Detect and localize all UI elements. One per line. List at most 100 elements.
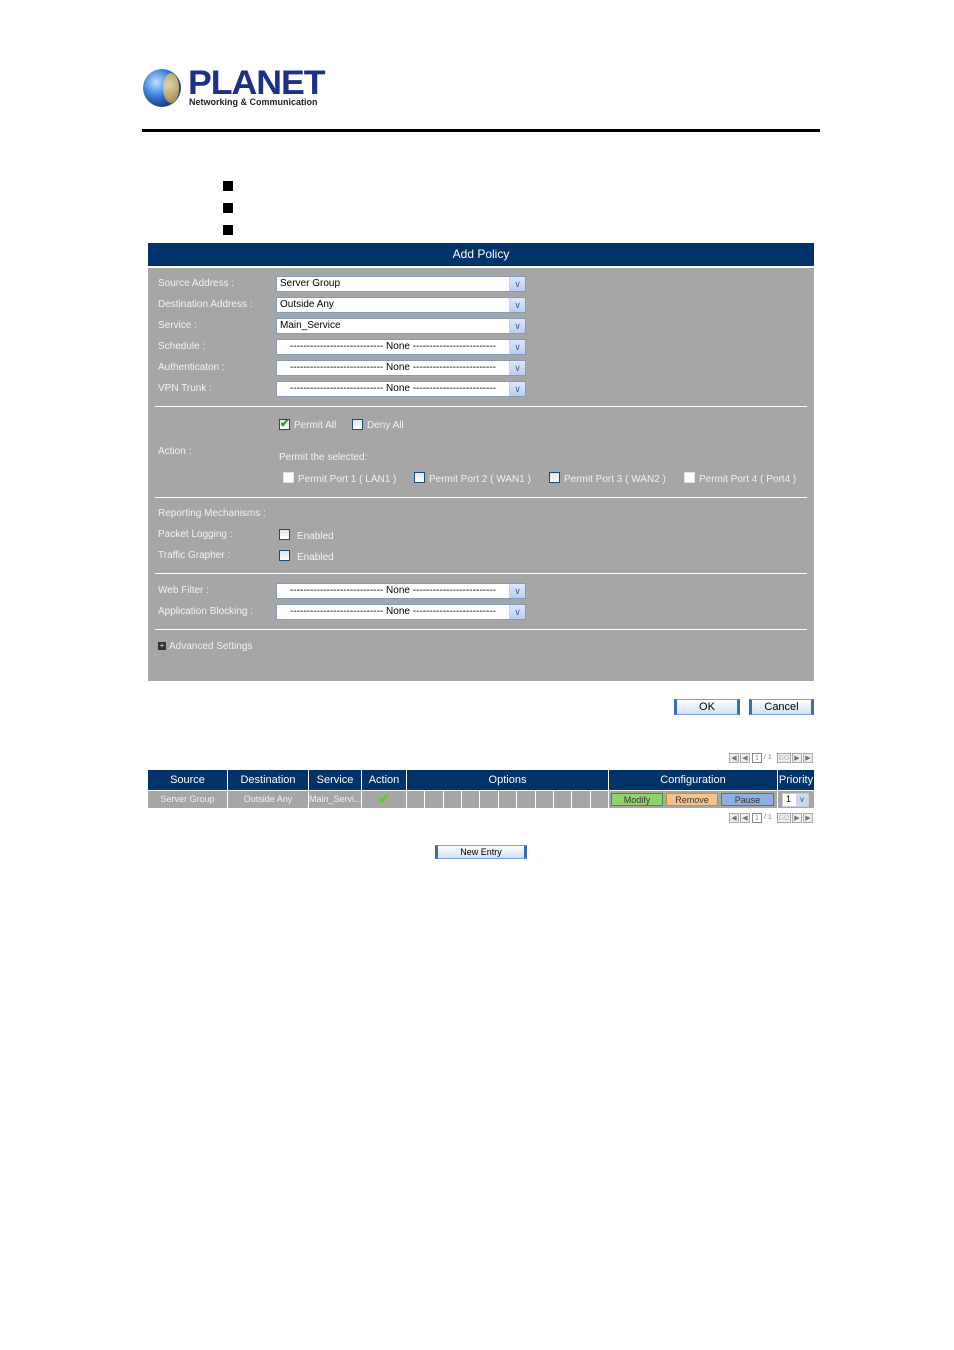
modify-button[interactable]: Modify (611, 793, 663, 806)
permit-port-2-checkbox[interactable] (414, 472, 425, 483)
option-cell (498, 791, 518, 808)
expand-plus-icon[interactable]: + (158, 642, 166, 650)
permit-port-1-checkbox[interactable] (283, 472, 294, 483)
header-divider (142, 129, 820, 132)
source-address-label: Source Address : (158, 278, 235, 289)
authentication-select[interactable]: ---------------------------- None ------… (276, 360, 526, 376)
column-header-priority: Priority (778, 770, 814, 790)
checkmark-icon: ✔ (280, 418, 290, 430)
web-filter-label: Web Filter : (158, 585, 209, 596)
add-policy-panel: Add Policy Source Address : Server Group… (148, 243, 814, 681)
remove-button[interactable]: Remove (666, 793, 718, 806)
authentication-label: Authenticaton : (158, 362, 225, 373)
prev-page-icon[interactable]: ◀ (740, 813, 750, 823)
chevron-down-icon[interactable]: ∨ (509, 340, 525, 354)
permit-port-3-label: Permit Port 3 ( WAN2 ) (564, 474, 666, 485)
last-page-icon[interactable]: ▶ (803, 813, 813, 823)
packet-logging-enabled-label: Enabled (297, 531, 334, 542)
cell-destination: Outside Any (228, 791, 309, 808)
vpn-trunk-select[interactable]: ---------------------------- None ------… (276, 381, 526, 397)
option-cell (480, 791, 499, 808)
new-entry-button[interactable]: New Entry (435, 845, 527, 859)
permit-port-1-label: Permit Port 1 ( LAN1 ) (298, 474, 397, 485)
section-divider (155, 497, 807, 498)
select-value: ---------------------------- None ------… (290, 585, 496, 596)
chevron-down-icon[interactable]: ∨ (509, 298, 525, 312)
packet-logging-checkbox[interactable] (279, 529, 290, 540)
select-value: ---------------------------- None ------… (290, 383, 496, 394)
first-page-icon[interactable]: ◀ (729, 753, 739, 763)
permit-all-label: Permit All (294, 420, 337, 431)
destination-address-select[interactable]: Outside Any ∨ (276, 297, 526, 313)
application-blocking-label: Application Blocking : (158, 606, 254, 617)
traffic-grapher-enabled-label: Enabled (297, 552, 334, 563)
option-cell (590, 791, 609, 808)
ok-button[interactable]: OK (674, 699, 740, 715)
option-cell (407, 791, 426, 808)
option-cell (443, 791, 463, 808)
chevron-down-icon[interactable]: ∨ (509, 605, 525, 619)
option-cell (517, 791, 536, 808)
column-header-source: Source (148, 770, 228, 790)
advanced-settings-link[interactable]: Advanced Settings (169, 641, 252, 652)
schedule-select[interactable]: ---------------------------- None ------… (276, 339, 526, 355)
prev-page-icon[interactable]: ◀ (740, 753, 750, 763)
source-address-select[interactable]: Server Group ∨ (276, 276, 526, 292)
pagination-bottom: ◀ ◀ 1 / 1 GO ▶ ▶ (729, 813, 815, 824)
pause-button[interactable]: Pause (721, 793, 774, 806)
permit-port-2-label: Permit Port 2 ( WAN1 ) (429, 474, 531, 485)
section-divider (155, 406, 807, 407)
next-page-icon[interactable]: ▶ (792, 813, 802, 823)
next-page-icon[interactable]: ▶ (792, 753, 802, 763)
web-filter-select[interactable]: ---------------------------- None ------… (276, 583, 526, 599)
select-value: ---------------------------- None ------… (290, 606, 496, 617)
column-header-destination: Destination (228, 770, 309, 790)
chevron-down-icon[interactable]: ∨ (796, 794, 808, 806)
permit-all-checkbox[interactable]: ✔ (279, 418, 290, 430)
column-header-service: Service (309, 770, 362, 790)
permit-selected-label: Permit the selected: (279, 452, 368, 463)
brand-tagline: Networking & Communication (189, 97, 318, 107)
page-number-input[interactable]: 1 (752, 753, 762, 763)
option-cell (553, 791, 573, 808)
globe-icon (143, 69, 181, 107)
bullet-icon (223, 225, 233, 235)
go-button[interactable]: GO (777, 753, 791, 763)
column-header-action: Action (362, 770, 407, 790)
action-label: Action : (158, 446, 192, 457)
select-value: ---------------------------- None ------… (290, 362, 496, 373)
column-header-options: Options (407, 770, 609, 790)
chevron-down-icon[interactable]: ∨ (509, 382, 525, 396)
first-page-icon[interactable]: ◀ (729, 813, 739, 823)
page-total: / 1 (764, 754, 772, 761)
panel-title: Add Policy (148, 243, 814, 268)
go-button[interactable]: GO (777, 813, 791, 823)
chevron-down-icon[interactable]: ∨ (509, 584, 525, 598)
last-page-icon[interactable]: ▶ (803, 753, 813, 763)
column-header-configuration: Configuration (609, 770, 778, 790)
chevron-down-icon[interactable]: ∨ (509, 277, 525, 291)
chevron-down-icon[interactable]: ∨ (509, 361, 525, 375)
option-cell (462, 791, 481, 808)
permit-check-icon: ✔ (362, 791, 407, 808)
traffic-grapher-checkbox[interactable] (279, 550, 290, 561)
deny-all-label: Deny All (367, 420, 404, 431)
planet-logo: PLANET Networking & Communication (143, 64, 326, 110)
priority-select[interactable]: 1 ∨ (782, 793, 809, 807)
service-select[interactable]: Main_Service ∨ (276, 318, 526, 334)
packet-logging-label: Packet Logging : (158, 529, 233, 540)
destination-address-label: Destination Address : (158, 299, 253, 310)
cancel-button[interactable]: Cancel (749, 699, 814, 715)
option-cell (572, 791, 591, 808)
permit-port-4-checkbox[interactable] (684, 472, 695, 483)
reporting-mechanisms-label: Reporting Mechanisms : (158, 508, 266, 519)
chevron-down-icon[interactable]: ∨ (509, 319, 525, 333)
option-cell (425, 791, 444, 808)
application-blocking-select[interactable]: ---------------------------- None ------… (276, 604, 526, 620)
page-total: / 1 (764, 814, 772, 821)
option-cell (535, 791, 554, 808)
select-value: Outside Any (280, 299, 334, 310)
page-number-input[interactable]: 1 (752, 813, 762, 823)
permit-port-3-checkbox[interactable] (549, 472, 560, 483)
deny-all-checkbox[interactable] (352, 419, 363, 430)
